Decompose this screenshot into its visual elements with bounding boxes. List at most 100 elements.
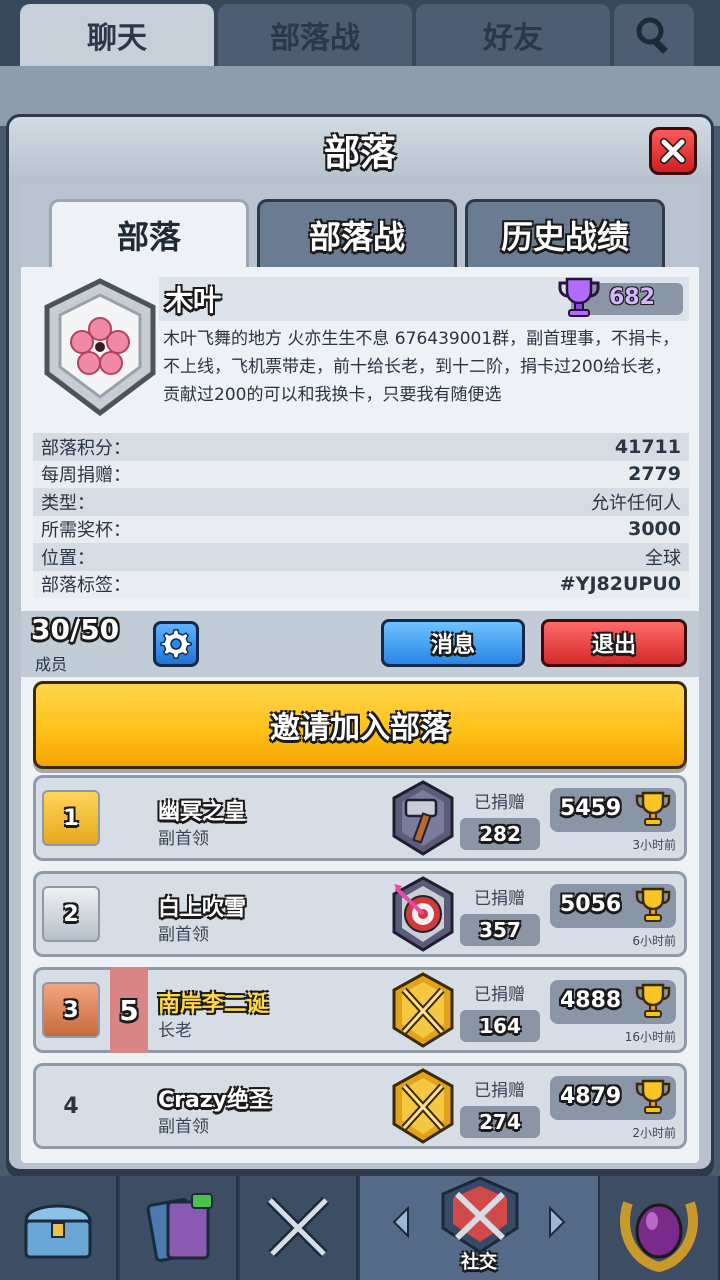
member-trophy-pill: 4879: [550, 1076, 676, 1120]
chevron-left-icon[interactable]: [388, 1204, 414, 1240]
chevron-right-icon[interactable]: [544, 1204, 570, 1240]
invite-to-clan-button[interactable]: 邀请加入部落: [33, 681, 687, 769]
purple-trophy-icon: [558, 277, 600, 317]
members-count: 30/50: [31, 613, 120, 646]
clan-settings-button[interactable]: [153, 621, 199, 667]
subtab-bar: 部落 部落战 历史战绩: [21, 183, 699, 267]
stat-value: 41711: [614, 435, 681, 458]
message-button[interactable]: 消息: [381, 619, 525, 667]
donated-count-box: 164: [460, 1010, 540, 1042]
stat-row-clan-tag: 部落标签： #YJ82UPU0: [33, 570, 689, 598]
crossed-swords-arena-icon: [392, 972, 454, 1048]
rank-badge: 3: [42, 982, 100, 1038]
subtab-clan-label: 部落: [116, 217, 181, 256]
last-seen: 3小时前: [632, 838, 676, 852]
rank-change: 5: [119, 993, 139, 1027]
leave-clan-button[interactable]: 退出: [541, 619, 687, 667]
tab-clan-war[interactable]: 部落战: [218, 4, 412, 66]
donated-label: 已捐赠: [474, 793, 525, 813]
target-arena-icon: [392, 876, 454, 952]
member-role: 副首领: [158, 829, 209, 849]
tab-friends[interactable]: 好友: [416, 4, 610, 66]
donated-count: 357: [479, 918, 521, 942]
stat-label: 每周捐赠：: [41, 465, 131, 487]
close-icon: [660, 138, 686, 164]
leave-button-label: 退出: [591, 633, 636, 658]
gold-trophy-icon: [635, 791, 671, 826]
tab-chat[interactable]: 聊天: [20, 4, 214, 66]
panel-title: 部落: [323, 133, 396, 174]
stat-label: 类型：: [41, 492, 95, 514]
rank-number: 4: [63, 1093, 79, 1119]
donated-label: 已捐赠: [474, 889, 525, 909]
member-trophies: 4879: [560, 1084, 622, 1109]
search-button[interactable]: [614, 4, 694, 66]
clan-trophy-count: 682: [609, 285, 655, 310]
nav-events[interactable]: [600, 1176, 720, 1280]
clan-description: 木叶飞舞的地方 火亦生生不息 676439001群，副首理事，不捐卡，不上线，飞…: [163, 329, 680, 405]
donated-count: 164: [479, 1014, 521, 1038]
member-row[interactable]: 2 白上吹雪 副首领 已捐赠 357 5056 6小时前: [33, 871, 687, 957]
tab-chat-label: 聊天: [87, 21, 147, 56]
invite-button-label: 邀请加入部落: [270, 711, 450, 746]
member-name: 幽冥之皇: [158, 800, 247, 825]
clan-stats: 部落积分： 41711 每周捐赠： 2779 类型： 允许任何人 所需奖杯： 3000 …: [33, 433, 689, 598]
stat-row-clan-score: 部落积分： 41711: [33, 433, 689, 461]
rank-badge: 2: [42, 886, 100, 942]
member-role: 副首领: [158, 925, 209, 945]
member-name: 南岸李二诞: [158, 992, 269, 1017]
donated-count: 274: [479, 1110, 521, 1134]
donated-label: 已捐赠: [474, 985, 525, 1005]
panel-header: 部落: [9, 117, 711, 183]
clan-badge-icon: [44, 278, 156, 417]
clan-trophy-box: 682: [558, 277, 683, 317]
nav-social[interactable]: 社交: [360, 1176, 600, 1280]
member-row[interactable]: 1 幽冥之皇 副首领 已捐赠 282 5459 3小时前: [33, 775, 687, 861]
clan-name: 木叶: [165, 284, 222, 317]
gold-trophy-icon: [635, 1079, 671, 1114]
rank-change-box: 5: [110, 967, 148, 1053]
nav-battle[interactable]: [240, 1176, 358, 1280]
subtab-clan[interactable]: 部落: [49, 199, 249, 267]
last-seen: 6小时前: [632, 934, 676, 948]
search-icon: [636, 17, 668, 54]
donated-count: 282: [479, 822, 521, 846]
content-area: 部落 部落战 历史战绩 木叶 682 木叶飞舞的地方 火亦生生不息 676439…: [21, 183, 699, 1163]
subtab-war-history-label: 历史战绩: [500, 217, 629, 256]
last-seen: 16小时前: [624, 1030, 676, 1044]
subtab-war-history[interactable]: 历史战绩: [465, 199, 665, 267]
stat-label: 位置：: [41, 547, 95, 569]
tab-clan-war-label: 部落战: [270, 21, 360, 56]
clan-name-bar: 木叶 682: [159, 277, 689, 321]
member-trophy-pill: 5056: [550, 884, 676, 928]
stat-value: 允许任何人: [591, 492, 681, 514]
stat-label: 所需奖杯：: [41, 520, 131, 542]
rank-number: 3: [63, 997, 79, 1023]
treasure-chest-icon: [24, 1204, 92, 1259]
stat-row-type: 类型： 允许任何人: [33, 488, 689, 516]
top-tab-bar: 聊天 部落战 好友: [0, 0, 720, 70]
message-button-label: 消息: [430, 633, 475, 658]
subtab-clan-war-label: 部落战: [308, 217, 405, 256]
member-trophy-pill: 4888: [550, 980, 676, 1024]
members-bar: 30/50 成员 消息 退出: [21, 611, 699, 677]
donated-count-box: 282: [460, 818, 540, 850]
member-name: 白上吹雪: [158, 896, 247, 921]
tab-friends-label: 好友: [483, 21, 543, 56]
stat-value: #YJ82UPU0: [559, 573, 681, 596]
member-trophies: 5459: [560, 796, 622, 821]
rank-number: 2: [63, 901, 79, 927]
member-name: Crazy绝圣: [158, 1088, 271, 1113]
rank-number: 1: [63, 805, 79, 831]
members-label: 成员: [35, 655, 68, 674]
nav-shop[interactable]: [0, 1176, 118, 1280]
subtab-clan-war[interactable]: 部落战: [257, 199, 457, 267]
stat-label: 部落标签：: [41, 575, 131, 597]
member-row[interactable]: 3 5 南岸李二诞 长老 已捐赠 164 4888 16小时前: [33, 967, 687, 1053]
bottom-nav: 社交: [0, 1176, 720, 1280]
close-button[interactable]: [649, 127, 697, 175]
nav-cards[interactable]: [120, 1176, 238, 1280]
stat-value: 全球: [645, 547, 681, 569]
member-row[interactable]: 4 Crazy绝圣 副首领 已捐赠 274 4879 2小时前: [33, 1063, 687, 1149]
member-trophies: 4888: [560, 988, 622, 1013]
